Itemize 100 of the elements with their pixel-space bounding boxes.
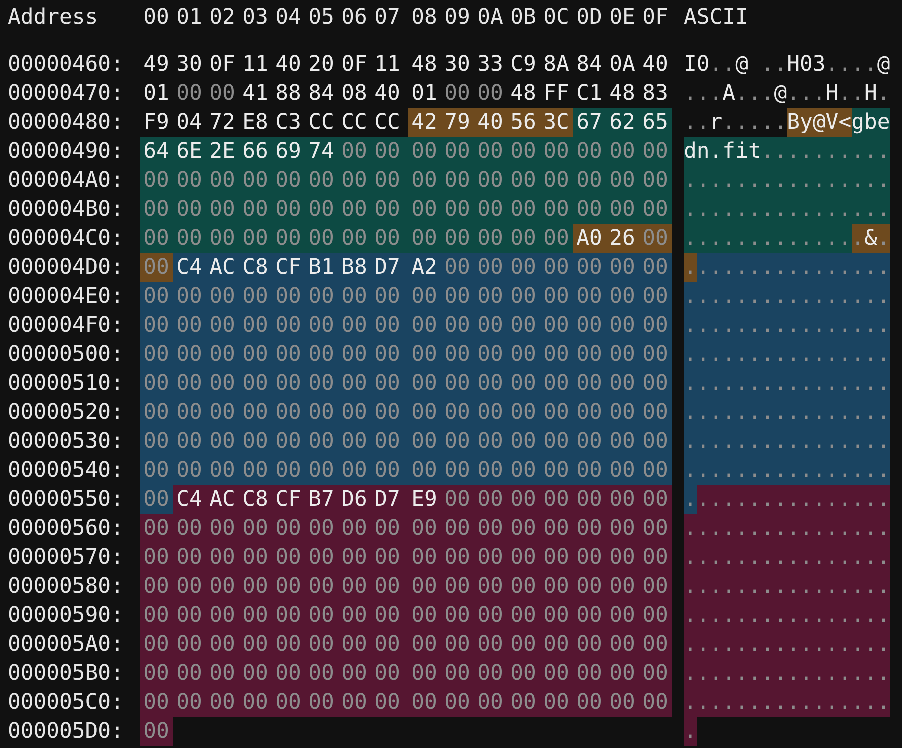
hex-byte: 00 (441, 688, 474, 716)
hex-byte: 00 (639, 398, 672, 426)
hex-byte: 00 (140, 194, 173, 224)
hex-byte: 00 (408, 398, 441, 426)
hex-byte: 00 (606, 572, 639, 600)
hex-byte: 00 (208, 80, 236, 108)
hex-byte: 00 (606, 600, 639, 630)
hex-byte: 00 (371, 398, 408, 426)
hex-byte: 84 (576, 50, 604, 78)
ascii-text: .......... (761, 136, 890, 166)
hex-byte: 00 (140, 484, 173, 514)
hex-byte: 00 (540, 252, 573, 282)
hex-byte: 00 (140, 368, 173, 398)
hex-byte: 00 (441, 136, 474, 166)
hex-byte: 00 (338, 542, 371, 572)
hex-byte: 26 (606, 224, 639, 252)
ascii-text: @ (736, 50, 750, 78)
hex-byte: 00 (338, 572, 371, 600)
hex-byte: 00 (140, 716, 173, 746)
hex-byte: F9 (142, 108, 170, 136)
hex-byte: 66 (239, 136, 272, 166)
ascii-text: ................ (684, 600, 890, 630)
hex-byte: 00 (239, 658, 272, 688)
hex-byte: 00 (206, 310, 239, 340)
hex-byte: 00 (305, 630, 338, 658)
hex-byte: A0 (573, 224, 606, 252)
hex-byte: 00 (573, 688, 606, 716)
hex-byte: 49 (142, 50, 170, 78)
hex-byte: 00 (507, 310, 540, 340)
hex-byte: 00 (507, 426, 540, 456)
hex-byte: 00 (408, 282, 441, 310)
hex-byte: 00 (540, 368, 573, 398)
hex-byte: 00 (239, 514, 272, 542)
hex-byte: 67 (573, 108, 606, 136)
hex-byte: 00 (305, 426, 338, 456)
hex-byte: 00 (474, 542, 507, 572)
hex-byte: 00 (573, 572, 606, 600)
hex-byte: 00 (474, 166, 507, 194)
hex-byte: 00 (338, 166, 371, 194)
address-label: 000005D0: (8, 718, 125, 744)
hex-byte: 00 (408, 166, 441, 194)
hex-byte: 00 (507, 340, 540, 368)
hex-byte: 00 (305, 224, 338, 252)
hex-byte: 00 (507, 514, 540, 542)
hex-byte: 00 (606, 630, 639, 658)
hex-byte: 00 (408, 368, 441, 398)
hex-byte: 00 (338, 224, 371, 252)
hex-byte: 00 (606, 456, 639, 484)
hex-byte: 00 (639, 224, 672, 252)
address-label: 00000490: (8, 138, 125, 164)
address-label: 000005B0: (8, 660, 125, 686)
hex-byte: FF (542, 80, 570, 108)
hex-byte: 00 (371, 456, 408, 484)
address-label: 00000580: (8, 574, 125, 598)
hex-byte: 00 (305, 166, 338, 194)
hex-byte: 8A (542, 50, 570, 78)
hex-byte: 00 (573, 368, 606, 398)
column-header: 03 (242, 5, 270, 30)
hex-byte: 00 (573, 514, 606, 542)
column-header: 00 (142, 5, 170, 30)
hex-byte: 00 (474, 282, 507, 310)
hex-byte: 00 (639, 252, 672, 282)
hex-byte: 00 (272, 224, 305, 252)
hex-byte: 00 (408, 688, 441, 716)
column-header: Address (8, 5, 100, 30)
hex-byte: 00 (573, 542, 606, 572)
hex-byte: 00 (338, 398, 371, 426)
hex-byte: 00 (441, 224, 474, 252)
column-header: ASCII (684, 5, 748, 30)
hex-byte: 00 (408, 542, 441, 572)
hex-byte: 00 (140, 542, 173, 572)
hex-byte: 00 (371, 688, 408, 716)
hex-byte: 00 (441, 368, 474, 398)
hex-byte: 00 (173, 194, 206, 224)
hex-byte: 00 (140, 252, 173, 282)
hex-byte: 00 (606, 398, 639, 426)
hex-byte: 00 (272, 166, 305, 194)
hex-byte: 00 (338, 456, 371, 484)
hex-byte: 2E (206, 136, 239, 166)
hex-byte: 00 (272, 658, 305, 688)
hex-byte: B1 (305, 252, 338, 282)
hex-byte: 00 (573, 658, 606, 688)
hex-byte: 01 (410, 80, 438, 108)
hex-byte: 00 (639, 600, 672, 630)
hex-byte: 00 (408, 136, 441, 166)
ascii-text: ................ (684, 542, 890, 572)
hex-byte: 00 (338, 282, 371, 310)
hex-byte: 00 (305, 514, 338, 542)
hex-byte: 00 (540, 340, 573, 368)
hex-byte: 30 (444, 50, 472, 78)
hex-byte: 00 (239, 368, 272, 398)
ascii-text: @ (877, 50, 890, 78)
address-label: 000005A0: (8, 632, 125, 656)
hex-byte: 00 (639, 340, 672, 368)
hex-byte: 00 (239, 224, 272, 252)
hex-byte: 00 (206, 340, 239, 368)
hex-byte: 00 (272, 282, 305, 310)
hex-byte: 00 (272, 310, 305, 340)
hex-byte: 00 (540, 630, 573, 658)
address-label: 00000590: (8, 602, 125, 628)
